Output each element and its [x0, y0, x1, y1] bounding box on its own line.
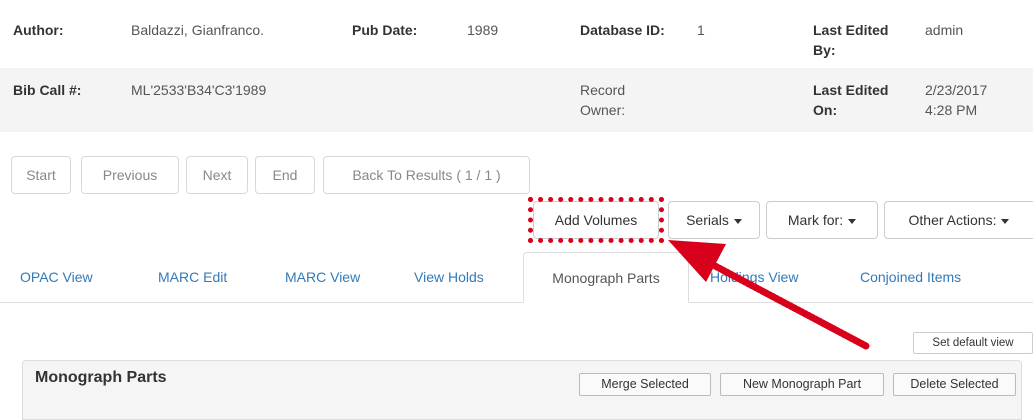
last-edited-by-label: Last Edited [813, 22, 889, 38]
pub-date-value: 1989 [467, 22, 499, 38]
tab-marc-edit[interactable]: MARC Edit [158, 252, 227, 302]
last-edited-by-value: admin [925, 22, 964, 38]
author-value: Baldazzi, Gianfranco. [131, 22, 265, 38]
delete-selected-button[interactable]: Delete Selected [893, 373, 1016, 396]
highlight-box [528, 197, 664, 243]
new-monograph-part-button[interactable]: New Monograph Part [720, 373, 884, 396]
last-edited-on-label-2: On: [813, 102, 838, 118]
mark-for-label: Mark for: [787, 212, 844, 228]
record-owner-label-2: Owner: [580, 102, 626, 118]
start-button[interactable]: Start [11, 156, 71, 194]
next-button[interactable]: Next [186, 156, 248, 194]
chevron-down-icon [733, 218, 742, 224]
bib-call-value: ML'2533'B34'C3'1989 [131, 82, 267, 98]
last-edited-by-label-2: By: [813, 42, 836, 58]
back-to-results-button[interactable]: Back To Results ( 1 / 1 ) [323, 156, 530, 194]
previous-button[interactable]: Previous [81, 156, 179, 194]
mark-for-dropdown[interactable]: Mark for: [766, 201, 878, 239]
other-actions-dropdown[interactable]: Other Actions: [884, 201, 1033, 239]
last-edited-on-date: 2/23/2017 [925, 82, 988, 98]
pub-date-label: Pub Date: [352, 22, 418, 38]
author-label: Author: [13, 22, 64, 38]
tab-view-holds[interactable]: View Holds [414, 252, 484, 302]
set-default-view-button[interactable]: Set default view [913, 332, 1033, 354]
tab-monograph-parts[interactable]: Monograph Parts [523, 252, 689, 303]
tab-conjoined-items[interactable]: Conjoined Items [860, 252, 961, 302]
serials-label: Serials [686, 212, 729, 228]
tab-opac-view[interactable]: OPAC View [20, 252, 93, 302]
bib-call-label: Bib Call #: [13, 82, 82, 98]
record-summary-row-2: Bib Call #: ML'2533'B34'C3'1989 Record O… [0, 68, 1033, 132]
other-actions-label: Other Actions: [908, 212, 997, 228]
database-id-label: Database ID: [580, 22, 665, 38]
last-edited-on-time: 4:28 PM [925, 102, 978, 118]
record-summary-row-1: Author: Baldazzi, Gianfranco. Pub Date: … [0, 6, 1033, 68]
chevron-down-icon [848, 218, 857, 224]
tab-holdings-view[interactable]: Holdings View [710, 252, 798, 302]
merge-selected-button[interactable]: Merge Selected [579, 373, 711, 396]
monograph-parts-panel: Monograph Parts Merge Selected New Monog… [22, 360, 1022, 420]
record-tabs: OPAC View MARC Edit MARC View View Holds… [0, 252, 1033, 303]
last-edited-on-label: Last Edited [813, 82, 889, 98]
record-summary: Author: Baldazzi, Gianfranco. Pub Date: … [0, 0, 1033, 132]
end-button[interactable]: End [255, 156, 315, 194]
panel-title: Monograph Parts [35, 369, 167, 386]
serials-dropdown[interactable]: Serials [668, 201, 760, 239]
tab-marc-view[interactable]: MARC View [285, 252, 360, 302]
chevron-down-icon [1001, 218, 1010, 224]
database-id-value: 1 [697, 22, 705, 38]
record-owner-label: Record [580, 82, 626, 98]
